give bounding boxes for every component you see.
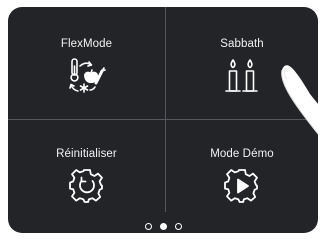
flexmode-icon <box>67 57 107 97</box>
pointing-finger-icon <box>274 62 318 177</box>
tile-sabbath-label: Sabbath <box>220 38 264 50</box>
page-indicator <box>8 223 318 233</box>
tile-reset[interactable]: Réinitialiser <box>8 120 165 212</box>
tile-flexmode[interactable]: FlexMode <box>8 7 165 119</box>
page-dot-2-active[interactable] <box>159 223 167 230</box>
demo-play-gear-icon <box>224 167 260 203</box>
reset-gear-icon <box>69 167 105 203</box>
page-dot-3[interactable] <box>174 223 182 230</box>
tile-divider-horizontal <box>8 119 318 120</box>
tile-divider-vertical <box>165 7 166 212</box>
tile-flexmode-label: FlexMode <box>60 38 113 50</box>
tile-reset-label: Réinitialiser <box>56 148 117 160</box>
page-dot-1[interactable] <box>144 223 152 230</box>
control-panel-screen: FlexMode Sabbath Réinitialiser Mode Démo <box>8 7 318 233</box>
sabbath-candles-icon <box>222 57 262 97</box>
